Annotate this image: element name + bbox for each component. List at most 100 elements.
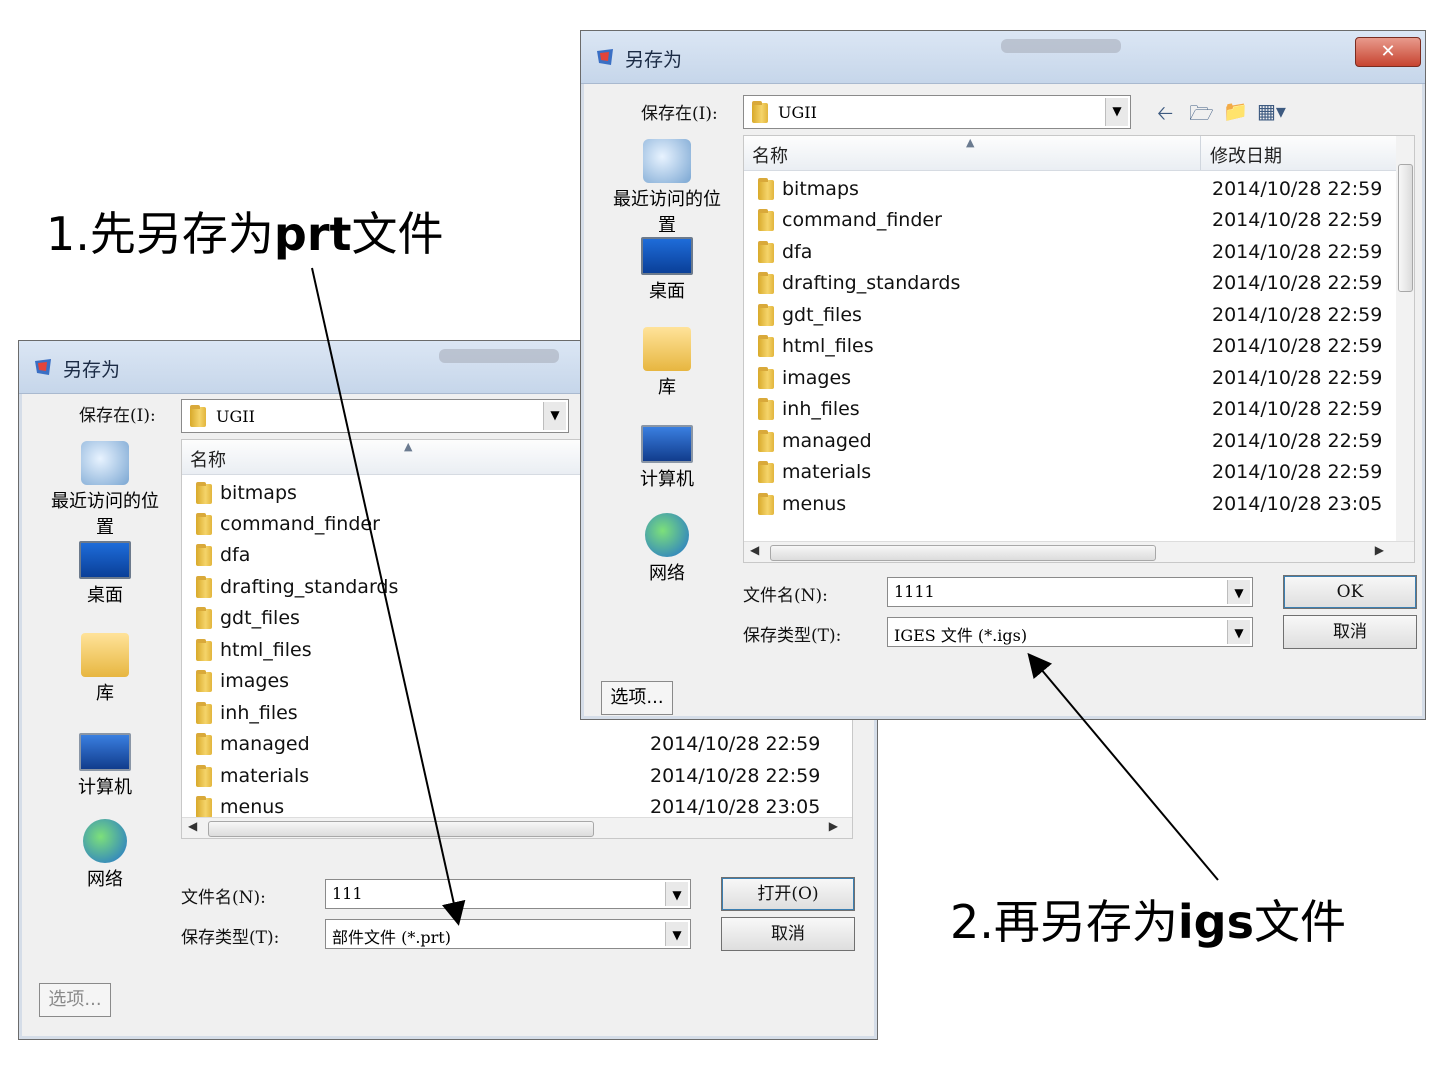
open-button[interactable]: 打开(O) (721, 877, 855, 911)
file-name: bitmaps (782, 178, 859, 200)
folder-icon (758, 241, 774, 263)
file-date: 2014/10/28 22:59 (1212, 178, 1383, 200)
place-library[interactable]: 库 (45, 633, 165, 705)
filetype-select[interactable]: 部件文件 (*.prt) (325, 919, 691, 949)
computer-icon (641, 425, 693, 463)
chevron-down-icon[interactable] (543, 402, 566, 430)
cancel-button[interactable]: 取消 (721, 917, 855, 951)
place-recent[interactable]: 最近访问的位置 (607, 139, 727, 237)
ok-button[interactable]: OK (1283, 575, 1417, 609)
place-computer[interactable]: 计算机 (45, 733, 165, 799)
place-computer[interactable]: 计算机 (607, 425, 727, 491)
filename-field[interactable]: 111 (325, 879, 691, 909)
save-in-combo[interactable]: UGII (181, 399, 569, 433)
list-item[interactable]: drafting_standards 2014/10/28 22:59 (744, 268, 1394, 299)
options-button[interactable]: 选项... (601, 681, 673, 715)
new-folder-icon[interactable]: 📁 (1223, 99, 1248, 123)
list-item[interactable]: materials 2014/10/28 22:59 (744, 457, 1394, 488)
column-date[interactable]: 修改日期 (1210, 142, 1282, 168)
chevron-down-icon[interactable] (1227, 580, 1250, 604)
cancel-button[interactable]: 取消 (1283, 615, 1417, 649)
file-name: materials (782, 461, 872, 483)
place-desktop[interactable]: 桌面 (45, 541, 165, 607)
file-name: dfa (782, 241, 813, 263)
library-icon (81, 633, 129, 677)
scroll-left-icon[interactable]: ◀ (188, 819, 197, 833)
filename-value: 1111 (894, 582, 935, 601)
place-label: 计算机 (640, 469, 694, 490)
filename-label: 文件名(N): (181, 888, 266, 908)
chevron-down-icon[interactable] (1105, 98, 1128, 126)
scroll-right-icon[interactable]: ▶ (829, 819, 838, 833)
place-recent[interactable]: 最近访问的位置 (45, 441, 165, 539)
scroll-right-icon[interactable]: ▶ (1375, 543, 1384, 557)
folder-icon (758, 493, 774, 515)
list-item[interactable]: html_files 2014/10/28 22:59 (744, 331, 1394, 362)
up-folder-icon[interactable]: 🗁 (1189, 99, 1214, 133)
close-button[interactable]: ✕ (1355, 37, 1421, 67)
folder-icon (758, 304, 774, 326)
app-logo-icon (593, 45, 617, 69)
recent-places-icon (643, 139, 691, 183)
horizontal-scrollbar[interactable]: ◀ ▶ (744, 541, 1414, 562)
list-item[interactable]: command_finder 2014/10/28 22:59 (744, 205, 1394, 236)
save-in-combo[interactable]: UGII (743, 95, 1131, 129)
folder-icon (196, 513, 212, 535)
folder-icon (196, 576, 212, 598)
place-network[interactable]: 网络 (45, 819, 165, 891)
recent-places-icon (81, 441, 129, 485)
list-item[interactable]: gdt_files 2014/10/28 22:59 (744, 300, 1394, 331)
folder-icon (196, 482, 212, 504)
column-separator[interactable] (1200, 136, 1201, 170)
save-in-label: 保存在(I): (641, 104, 718, 124)
folder-icon (196, 702, 212, 724)
file-date: 2014/10/28 22:59 (650, 733, 821, 755)
chevron-down-icon[interactable] (665, 882, 688, 906)
file-date: 2014/10/28 22:59 (1212, 461, 1383, 483)
list-item[interactable]: managed 2014/10/28 22:59 (744, 426, 1394, 457)
save-in-value: UGII (216, 407, 255, 426)
file-name: command_finder (220, 513, 380, 535)
chevron-down-icon[interactable] (665, 922, 688, 946)
list-item[interactable]: materials 2014/10/28 22:59 (182, 761, 842, 792)
blurred-title (1001, 39, 1121, 53)
file-date: 2014/10/28 22:59 (1212, 241, 1383, 263)
scrollbar-thumb[interactable] (770, 545, 1156, 561)
column-name[interactable]: 名称 (752, 142, 788, 168)
file-list[interactable]: ▲ 名称 修改日期 bitmaps 2014/10/28 22:59 comma… (743, 135, 1415, 563)
folder-icon (758, 178, 774, 200)
list-item[interactable]: dfa 2014/10/28 22:59 (744, 237, 1394, 268)
scrollbar-thumb[interactable] (208, 821, 594, 837)
title-bar[interactable]: 另存为 ✕ (581, 31, 1425, 84)
filetype-select[interactable]: IGES 文件 (*.igs) (887, 617, 1253, 647)
column-name[interactable]: 名称 (190, 446, 226, 472)
horizontal-scrollbar[interactable]: ◀ ▶ (182, 817, 852, 838)
place-network[interactable]: 网络 (607, 513, 727, 585)
scroll-left-icon[interactable]: ◀ (750, 543, 759, 557)
filename-field[interactable]: 1111 (887, 577, 1253, 607)
list-item[interactable]: bitmaps 2014/10/28 22:59 (744, 174, 1394, 205)
filename-label: 文件名(N): (743, 586, 828, 606)
folder-icon (196, 733, 212, 755)
place-label: 最近访问的位置 (51, 491, 159, 538)
filetype-value: 部件文件 (*.prt) (332, 928, 451, 947)
step1-suffix: 文件 (351, 207, 444, 261)
view-menu-icon[interactable]: ▦▾ (1257, 99, 1286, 123)
list-item[interactable]: inh_files 2014/10/28 22:59 (744, 394, 1394, 425)
file-name: materials (220, 765, 310, 787)
list-item[interactable]: menus 2014/10/28 23:05 (744, 489, 1394, 520)
back-arrow-icon[interactable]: 🡠 (1157, 99, 1173, 133)
place-desktop[interactable]: 桌面 (607, 237, 727, 303)
scrollbar-thumb[interactable] (1398, 164, 1413, 292)
vertical-scrollbar[interactable] (1396, 136, 1414, 542)
folder-icon (758, 335, 774, 357)
chevron-down-icon[interactable] (1227, 620, 1250, 644)
place-library[interactable]: 库 (607, 327, 727, 399)
place-label: 桌面 (87, 585, 123, 606)
file-name: html_files (220, 639, 312, 661)
options-button[interactable]: 选项... (39, 983, 111, 1017)
step1-annotation: 1.先另存为prt文件 (46, 198, 444, 264)
save-in-label: 保存在(I): (79, 406, 156, 426)
list-item[interactable]: managed 2014/10/28 22:59 (182, 729, 842, 760)
list-item[interactable]: images 2014/10/28 22:59 (744, 363, 1394, 394)
